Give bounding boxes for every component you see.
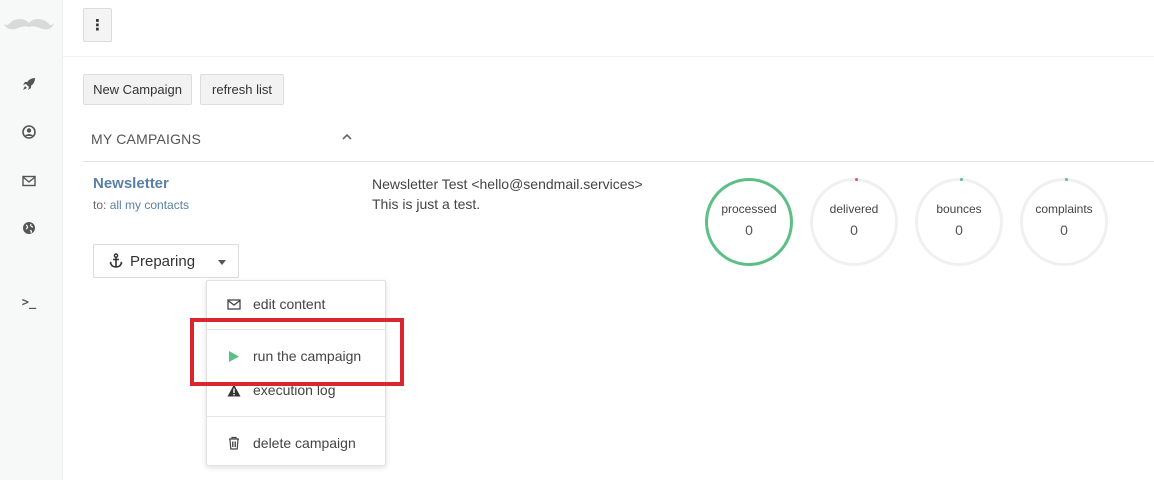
stat-processed: processed 0 xyxy=(705,178,793,266)
recipients-link[interactable]: all my contacts xyxy=(110,198,189,212)
chevron-up-icon[interactable] xyxy=(341,131,353,143)
user-icon xyxy=(22,125,36,139)
more-menu-button[interactable]: ⋮ xyxy=(83,8,112,42)
stat-bounces: bounces 0 xyxy=(915,178,1003,266)
menu-item-label: execution log xyxy=(253,382,336,398)
stat-indicator xyxy=(1065,178,1068,181)
stat-label: processed xyxy=(721,202,777,216)
top-bar: ⋮ xyxy=(63,0,1154,57)
campaign-recipients: to: all my contacts xyxy=(93,198,189,212)
menu-item-delete-campaign[interactable]: delete campaign xyxy=(207,429,385,457)
sidebar-item-web[interactable] xyxy=(19,218,39,238)
menu-divider xyxy=(207,416,385,417)
status-dropdown-button[interactable]: Preparing xyxy=(93,244,239,278)
envelope-icon xyxy=(22,175,36,187)
menu-item-edit-content[interactable]: edit content xyxy=(207,290,385,318)
stat-label: complaints xyxy=(1035,202,1093,216)
campaign-subject: This is just a test. xyxy=(372,196,481,212)
section-title: MY CAMPAIGNS xyxy=(91,131,202,147)
menu-item-label: delete campaign xyxy=(253,435,356,451)
section-divider xyxy=(83,161,1154,162)
refresh-list-button[interactable]: refresh list xyxy=(200,74,284,105)
stat-label: delivered xyxy=(829,202,879,216)
stat-value: 0 xyxy=(1060,222,1068,238)
recipients-prefix: to: xyxy=(93,198,107,212)
sidebar: >_ xyxy=(0,0,63,480)
stat-delivered: delivered 0 xyxy=(810,178,898,266)
play-icon xyxy=(229,350,239,362)
envelope-icon xyxy=(227,298,241,310)
stat-indicator xyxy=(960,178,963,181)
stat-value: 0 xyxy=(955,222,963,238)
terminal-icon: >_ xyxy=(21,295,37,309)
menu-divider xyxy=(207,329,385,330)
stat-indicator xyxy=(855,178,858,181)
sidebar-item-mail[interactable] xyxy=(19,171,39,191)
rocket-icon xyxy=(23,78,35,90)
new-campaign-button[interactable]: New Campaign xyxy=(83,74,192,105)
vertical-dots-icon: ⋮ xyxy=(90,17,105,34)
menu-item-label: edit content xyxy=(253,296,326,312)
warning-icon xyxy=(227,384,241,396)
campaign-sender: Newsletter Test <hello@sendmail.services… xyxy=(372,176,643,192)
stat-value: 0 xyxy=(745,222,753,238)
stat-value: 0 xyxy=(850,222,858,238)
mustache-logo-icon xyxy=(4,18,54,30)
trash-icon xyxy=(229,436,239,450)
menu-item-run-campaign[interactable]: run the campaign xyxy=(207,342,385,370)
campaign-name-link[interactable]: Newsletter xyxy=(93,175,169,192)
sidebar-item-terminal[interactable]: >_ xyxy=(19,292,39,312)
menu-item-label: run the campaign xyxy=(253,348,362,364)
anchor-icon xyxy=(109,253,123,268)
status-label: Preparing xyxy=(130,253,196,270)
caret-down-icon xyxy=(218,260,226,265)
sidebar-item-contacts[interactable] xyxy=(19,122,39,142)
menu-item-execution-log[interactable]: execution log xyxy=(207,376,385,404)
campaign-actions-menu: edit content run the campaign execution … xyxy=(206,280,386,466)
stat-label: bounces xyxy=(936,202,982,216)
sidebar-item-campaigns[interactable] xyxy=(19,74,39,94)
globe-icon xyxy=(23,222,35,234)
stat-complaints: complaints 0 xyxy=(1020,178,1108,266)
